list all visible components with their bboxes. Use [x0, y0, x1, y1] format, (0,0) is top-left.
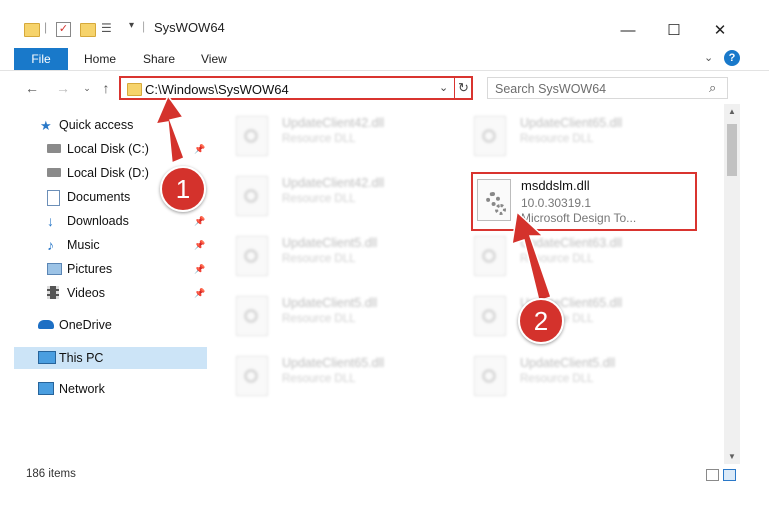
step-2-badge: 2 — [518, 298, 564, 344]
step-1-badge: 1 — [160, 166, 206, 212]
arrow-to-file — [511, 210, 552, 302]
arrow-to-address-bar — [154, 94, 185, 165]
annotation-arrows — [154, 94, 552, 302]
